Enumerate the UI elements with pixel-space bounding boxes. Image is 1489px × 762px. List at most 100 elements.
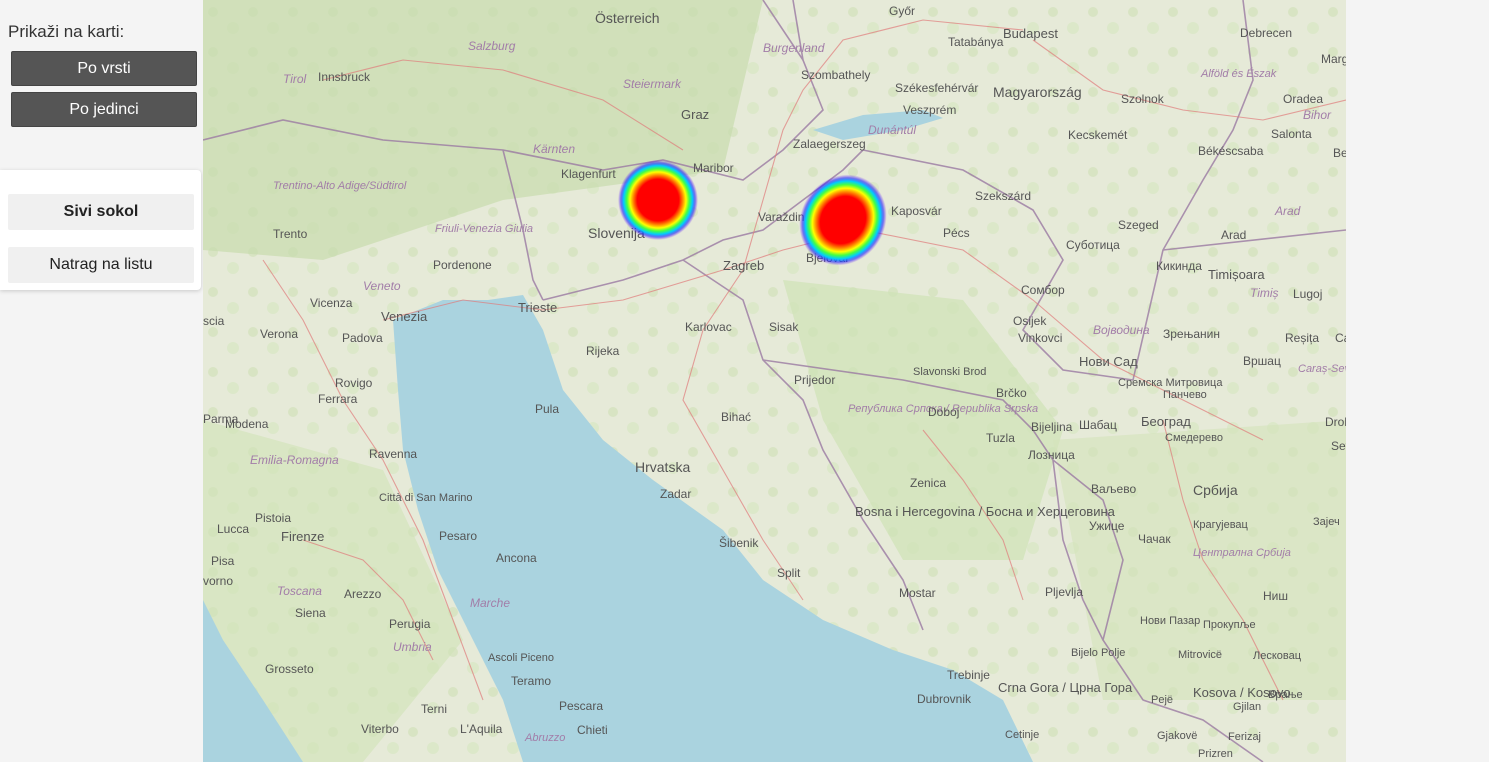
- label-kaposvar: Kaposvár: [891, 204, 942, 218]
- label-graz: Graz: [681, 107, 709, 122]
- label-marg: Marg: [1321, 52, 1346, 66]
- label-doboj: Doboj: [928, 405, 959, 419]
- right-margin: [1346, 0, 1489, 762]
- label-umbria: Umbria: [393, 640, 432, 654]
- label-firenze: Firenze: [281, 529, 324, 544]
- label-beograd: Београд: [1141, 414, 1191, 429]
- label-marche: Marche: [470, 596, 510, 610]
- show-on-map-label: Prikaži na karti:: [8, 22, 125, 41]
- label-kecskemet: Kecskemét: [1068, 128, 1128, 142]
- label-mitrovice: Mitrovicë: [1178, 649, 1222, 661]
- label-szeged: Szeged: [1118, 218, 1159, 232]
- label-drob: Drob: [1325, 415, 1346, 429]
- label-dunantul: Dunántúl: [868, 123, 916, 137]
- label-pecs: Pécs: [943, 226, 970, 240]
- label-livorno: vorno: [203, 574, 233, 588]
- label-sanmarino: Città di San Marino: [379, 492, 473, 504]
- map-view[interactable]: Österreich Salzburg Steiermark Burgenlan…: [203, 0, 1346, 762]
- map-canvas: Österreich Salzburg Steiermark Burgenlan…: [203, 0, 1346, 762]
- label-bei: Bei: [1333, 146, 1346, 160]
- label-varazdin: Varaždin: [758, 210, 804, 224]
- label-nis: Ниш: [1263, 589, 1288, 603]
- label-ancona: Ancona: [496, 551, 537, 565]
- label-bijelopolje: Bijelo Polje: [1071, 647, 1125, 659]
- label-zalaegerszeg: Zalaegerszeg: [793, 137, 866, 151]
- label-pancevo: Панчево: [1163, 389, 1207, 401]
- label-arezzo: Arezzo: [344, 587, 382, 601]
- label-pordenone: Pordenone: [433, 258, 492, 272]
- label-szombathely: Szombathely: [801, 68, 870, 82]
- label-bihor: Bihor: [1303, 108, 1332, 122]
- label-timis: Timiș: [1250, 286, 1279, 300]
- label-rijeka: Rijeka: [586, 344, 620, 358]
- label-siena: Siena: [295, 606, 326, 620]
- label-zagreb: Zagreb: [723, 258, 764, 273]
- label-teramo: Teramo: [511, 674, 551, 688]
- label-centralna: Централна Србија: [1193, 547, 1291, 559]
- label-perugia: Perugia: [389, 617, 431, 631]
- label-split: Split: [777, 566, 801, 580]
- label-trieste: Trieste: [518, 300, 557, 315]
- label-viterbo: Viterbo: [361, 722, 399, 736]
- label-vicenza: Vicenza: [310, 296, 353, 310]
- label-uzice: Ужице: [1089, 519, 1125, 533]
- label-steiermark: Steiermark: [623, 77, 682, 91]
- label-grosseto: Grosseto: [265, 662, 314, 676]
- label-kikinda: Кикинда: [1156, 259, 1202, 273]
- label-tuzla: Tuzla: [986, 431, 1015, 445]
- label-prokuplje: Прокупље: [1203, 619, 1256, 631]
- label-lugoj: Lugoj: [1293, 287, 1322, 301]
- label-ferizaj: Ferizaj: [1228, 731, 1261, 743]
- label-salzburg: Salzburg: [468, 39, 516, 53]
- label-zajec: Зајеч: [1313, 516, 1340, 528]
- label-srbija: Србија: [1193, 482, 1238, 498]
- label-veneto: Veneto: [363, 279, 401, 293]
- label-karnten: Kärnten: [533, 142, 575, 156]
- label-mostar: Mostar: [899, 586, 936, 600]
- back-to-list-button[interactable]: Natrag na listu: [8, 247, 194, 283]
- label-ca: Ca: [1335, 331, 1346, 345]
- label-veszprem: Veszprém: [903, 103, 956, 117]
- label-subotica: Суботица: [1066, 238, 1120, 252]
- label-brcko: Brčko: [996, 386, 1027, 400]
- by-unit-button[interactable]: Po jedinci: [11, 92, 197, 127]
- label-pula: Pula: [535, 402, 559, 416]
- label-pisa: Pisa: [211, 554, 235, 568]
- label-maribor: Maribor: [693, 161, 734, 175]
- label-sombor: Сомбор: [1021, 283, 1065, 297]
- label-tatabanya: Tatabánya: [948, 35, 1004, 49]
- label-szekszard: Szekszárd: [975, 189, 1031, 203]
- label-leskovac: Лесковац: [1253, 650, 1302, 662]
- label-chieti: Chieti: [577, 723, 608, 737]
- label-gjakove: Gjakovë: [1157, 730, 1197, 742]
- label-abruzzo: Abruzzo: [524, 732, 565, 744]
- label-ascoli: Ascoli Piceno: [488, 652, 554, 664]
- label-lucca: Lucca: [217, 522, 249, 536]
- label-toscana: Toscana: [277, 584, 322, 598]
- label-emilia: Emilia-Romagna: [250, 453, 339, 467]
- by-type-button[interactable]: Po vrsti: [11, 51, 197, 86]
- label-gjilan: Gjilan: [1233, 701, 1261, 713]
- label-cetinje: Cetinje: [1005, 729, 1039, 741]
- species-panel: Sivi sokol Natrag na listu: [0, 170, 201, 290]
- label-arad-region: Arad: [1274, 204, 1301, 218]
- label-friuli: Friuli-Venezia Giulia: [435, 223, 533, 235]
- label-vrsac: Вршац: [1243, 354, 1281, 368]
- label-timisoara: Timișoara: [1208, 267, 1265, 282]
- label-sev: Sev: [1331, 439, 1346, 453]
- label-bekescsaba: Békéscsaba: [1198, 144, 1264, 158]
- label-terni: Terni: [421, 702, 447, 716]
- label-rovigo: Rovigo: [335, 376, 373, 390]
- label-debrecen: Debrecen: [1240, 26, 1292, 40]
- label-salonta: Salonta: [1271, 127, 1312, 141]
- label-magyarorszag: Magyarország: [993, 84, 1082, 100]
- label-smederevo: Смедерево: [1165, 432, 1223, 444]
- species-name: Sivi sokol: [8, 194, 194, 230]
- label-klagenfurt: Klagenfurt: [561, 167, 616, 181]
- label-sibenik: Šibenik: [719, 535, 759, 550]
- label-padova: Padova: [342, 331, 383, 345]
- label-sisak: Sisak: [769, 320, 799, 334]
- label-arad: Arad: [1221, 228, 1246, 242]
- label-alfold: Alföld és Észak: [1200, 67, 1277, 80]
- label-trentino: Trentino-Alto Adige/Südtirol: [273, 180, 407, 192]
